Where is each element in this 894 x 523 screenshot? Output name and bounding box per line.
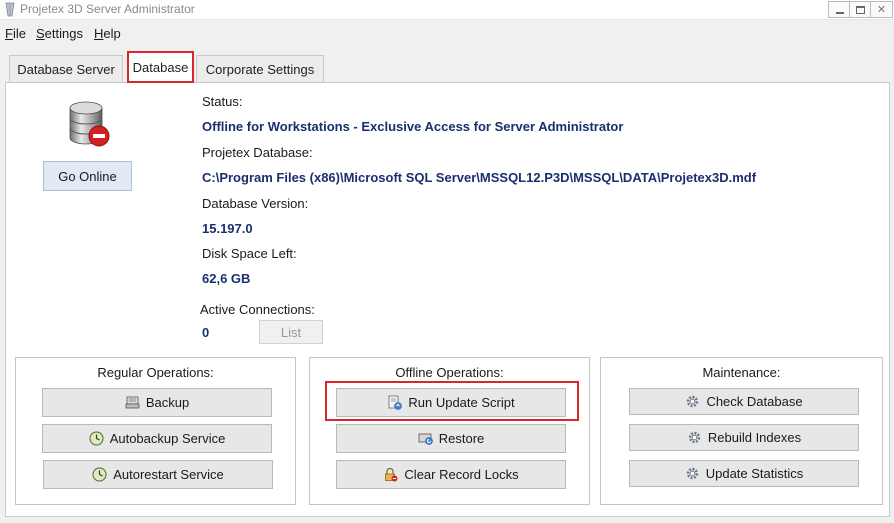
app-icon [5,2,15,17]
tab-corporate-settings[interactable]: Corporate Settings [196,55,324,82]
status-label: Status: [202,94,243,109]
update-statistics-button[interactable]: Update Statistics [629,460,859,487]
minimize-icon [835,11,844,14]
database-offline-icon [69,101,110,147]
backup-button[interactable]: Backup [42,388,272,417]
clock-icon [92,467,107,482]
active-connections-label: Active Connections: [200,302,315,317]
offline-operations-title: Offline Operations: [395,365,504,380]
tab-database[interactable]: Database [127,51,194,83]
database-path-label: Projetex Database: [202,145,313,160]
gear-icon [688,431,701,444]
restore-button[interactable]: Restore [336,424,566,453]
clear-record-locks-button[interactable]: Clear Record Locks [336,460,566,489]
disk-space-label: Disk Space Left: [202,246,297,261]
menu-file[interactable]: File [5,26,26,41]
menu-settings[interactable]: Settings [36,26,83,41]
regular-operations-title: Regular Operations: [97,365,214,380]
autorestart-service-button[interactable]: Autorestart Service [43,460,273,489]
clock-icon [89,431,104,446]
maintenance-title: Maintenance: [702,365,781,380]
database-path-value: C:\Program Files (x86)\Microsoft SQL Ser… [202,170,757,185]
active-connections-value: 0 [202,325,210,340]
run-update-script-button[interactable]: Run Update Script [336,388,566,417]
disk-space-value: 62,6 GB [202,271,251,286]
lock-icon [385,467,398,482]
maximize-button[interactable] [849,1,872,18]
tab-database-server[interactable]: Database Server [9,55,123,82]
rebuild-indexes-button[interactable]: Rebuild Indexes [629,424,859,451]
check-database-button[interactable]: Check Database [629,388,859,415]
menu-help[interactable]: Help [94,26,121,41]
autobackup-service-button[interactable]: Autobackup Service [42,424,272,453]
minimize-button[interactable] [828,1,851,18]
maximize-icon [856,5,865,14]
status-value: Offline for Workstations - Exclusive Acc… [202,119,624,134]
database-version-label: Database Version: [202,196,309,211]
close-button[interactable]: ✕ [870,1,893,18]
go-online-button[interactable]: Go Online [43,161,132,191]
database-version-value: 15.197.0 [202,221,253,236]
restore-icon [418,433,433,445]
window-title: Projetex 3D Server Administrator [20,2,195,16]
gear-icon [686,467,698,480]
gear-icon [687,395,699,408]
list-connections-button[interactable]: List [259,320,323,344]
update-script-icon [388,395,403,410]
backup-drive-icon [125,396,140,409]
title-bar: Projetex 3D Server Administrator ✕ [0,0,894,20]
close-icon: ✕ [876,4,887,16]
